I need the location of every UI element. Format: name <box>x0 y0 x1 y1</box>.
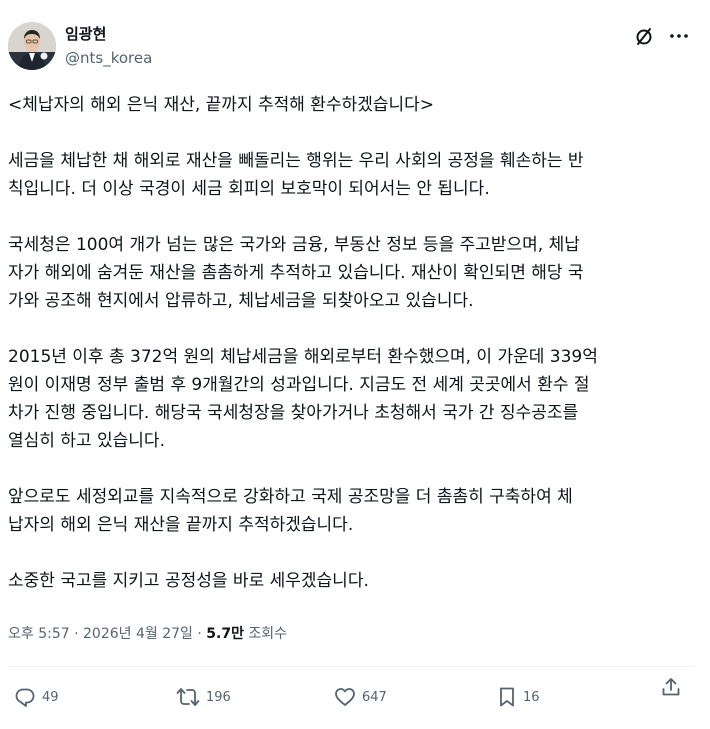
user-avatar-icon <box>8 22 56 70</box>
tweet-text: <체납자의 해외 은닉 재산, 끝까지 추적해 환수하겠습니다> 세금을 체납한… <box>8 91 694 595</box>
tweet-paragraph: 앞으로도 세정외교를 지속적으로 강화하고 국제 공조망을 더 촘촘히 구축하여… <box>8 487 573 535</box>
author-handle[interactable]: @nts_korea <box>65 48 152 68</box>
like-heart-icon <box>335 688 355 706</box>
reply-button[interactable]: 49 <box>14 686 59 708</box>
tweet-date[interactable]: 2026년 4월 27일 <box>83 626 193 642</box>
retweet-button[interactable]: 196 <box>176 686 231 708</box>
retweet-count: 196 <box>206 689 231 705</box>
tweet-paragraph: 소중한 국고를 지키고 공정성을 바로 세우겠습니다. <box>8 571 369 591</box>
retweet-icon <box>176 688 200 706</box>
grok-slash-circle-icon[interactable] <box>634 26 654 46</box>
reply-icon <box>15 688 35 707</box>
tweet-paragraph: 2015년 이후 총 372억 원의 체납세금을 해외로부터 환수했으며, 이 … <box>8 347 598 451</box>
tweet-paragraph: 국세청은 100여 개가 넘는 많은 국가와 금융, 부동산 정보 등을 주고받… <box>8 235 584 311</box>
tweet-time[interactable]: 오후 5:57 <box>8 626 70 642</box>
avatar[interactable] <box>8 22 56 70</box>
tweet-page: 임광현 @nts_korea <체납자의 해외 은닉 재산, 끝까지 추적해 환… <box>0 0 710 729</box>
tweet-paragraph: 세금을 체납한 채 해외로 재산을 빼돌리는 행위는 우리 사회의 공정을 훼손… <box>8 151 584 199</box>
tweet-actions: 49 196 647 16 <box>0 676 710 716</box>
tweet-meta: 오후 5:57 · 2026년 4월 27일 · 5.7만 조회수 <box>8 624 287 644</box>
author-display-name[interactable]: 임광현 <box>65 24 152 44</box>
more-dots-icon[interactable] <box>668 26 690 46</box>
bookmark-button[interactable]: 16 <box>497 686 540 708</box>
share-upload-icon <box>662 678 680 696</box>
meta-separator: · <box>192 626 207 642</box>
bookmark-count: 16 <box>523 689 540 705</box>
divider <box>8 666 694 667</box>
like-button[interactable]: 647 <box>334 686 387 708</box>
views-label: 조회수 <box>243 626 288 642</box>
tweet-paragraph-title: <체납자의 해외 은닉 재산, 끝까지 추적해 환수하겠습니다> <box>8 95 435 115</box>
meta-separator: · <box>69 626 84 642</box>
like-count: 647 <box>362 689 387 705</box>
reply-count: 49 <box>42 689 59 705</box>
views-count: 5.7만 <box>206 626 244 642</box>
bookmark-icon <box>500 687 514 707</box>
author-names: 임광현 @nts_korea <box>65 24 152 68</box>
tweet-header: 임광현 @nts_korea <box>8 22 698 72</box>
share-button[interactable] <box>660 676 682 698</box>
